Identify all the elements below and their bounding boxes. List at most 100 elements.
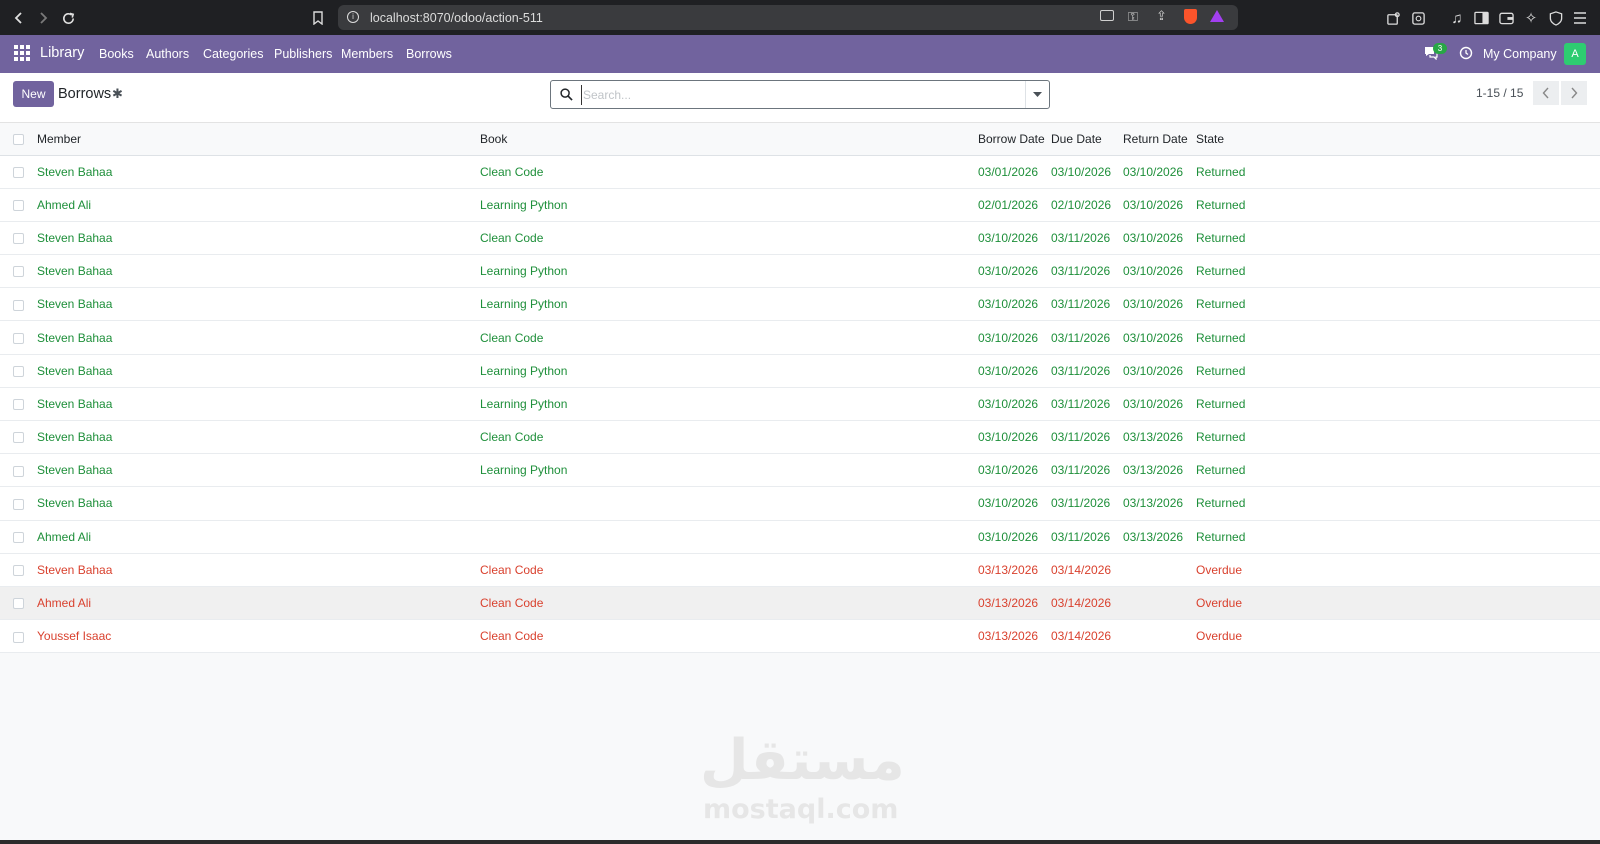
borrow-date-cell[interactable]: 03/10/2026	[978, 221, 1051, 256]
row-select-cell[interactable]	[0, 486, 37, 521]
table-row[interactable]: Steven Bahaa Clean Code 03/10/2026 03/11/20…	[0, 320, 1600, 355]
member-cell[interactable]: Ahmed Ali	[37, 586, 480, 621]
table-row[interactable]: Steven Bahaa Learning Python 03/10/2026 03/…	[0, 287, 1600, 322]
state-cell[interactable]: Overdue	[1196, 553, 1269, 587]
pager-next-button[interactable]	[1561, 81, 1587, 105]
due-date-cell[interactable]: 03/14/2026	[1051, 553, 1123, 587]
menu-item-borrows[interactable]: Borrows	[406, 47, 452, 61]
menu-item-categories[interactable]: Categories	[203, 47, 263, 61]
return-date-cell[interactable]: 03/13/2026	[1123, 520, 1196, 554]
row-checkbox[interactable]	[13, 200, 24, 212]
table-row[interactable]: Steven Bahaa 03/10/2026 03/11/2026 03/13/20…	[0, 486, 1600, 521]
due-date-cell[interactable]: 03/11/2026	[1051, 387, 1123, 422]
book-cell[interactable]: Clean Code	[480, 155, 978, 189]
borrow-date-cell[interactable]: 03/10/2026	[978, 387, 1051, 422]
search-options-toggle[interactable]	[1025, 81, 1049, 108]
row-checkbox[interactable]	[13, 299, 24, 311]
apps-menu-icon[interactable]	[14, 45, 30, 61]
extensions-icon[interactable]	[1384, 9, 1402, 27]
column-header-return-date[interactable]: Return Date	[1123, 123, 1196, 156]
book-cell[interactable]: Clean Code	[480, 586, 978, 621]
row-checkbox[interactable]	[13, 498, 24, 510]
borrow-date-cell[interactable]: 03/13/2026	[978, 553, 1051, 587]
table-row[interactable]: Steven Bahaa Learning Python 03/10/2026 03/…	[0, 354, 1600, 388]
table-row[interactable]: Youssef Isaac Clean Code 03/13/2026 03/14/2…	[0, 619, 1600, 654]
borrow-date-cell[interactable]: 03/10/2026	[978, 287, 1051, 322]
due-date-cell[interactable]: 03/11/2026	[1051, 486, 1123, 521]
return-date-cell[interactable]: 03/10/2026	[1123, 320, 1196, 355]
leo-ai-icon[interactable]: ✧	[1522, 9, 1540, 27]
borrow-date-cell[interactable]: 03/10/2026	[978, 254, 1051, 289]
app-name[interactable]: Library	[40, 45, 84, 61]
table-row[interactable]: Ahmed Ali 03/10/2026 03/11/2026 03/13/2026 R…	[0, 520, 1600, 554]
due-date-cell[interactable]: 03/11/2026	[1051, 354, 1123, 388]
member-cell[interactable]: Steven Bahaa	[37, 354, 480, 388]
row-checkbox[interactable]	[13, 399, 24, 411]
state-cell[interactable]: Returned	[1196, 254, 1269, 289]
borrow-date-cell[interactable]: 03/10/2026	[978, 486, 1051, 521]
table-row[interactable]: Steven Bahaa Clean Code 03/10/2026 03/11/20…	[0, 221, 1600, 256]
activity-clock-icon[interactable]	[1459, 46, 1473, 65]
member-cell[interactable]: Steven Bahaa	[37, 486, 480, 521]
column-header-borrow-date[interactable]: Borrow Date	[978, 123, 1051, 156]
borrow-date-cell[interactable]: 03/10/2026	[978, 520, 1051, 554]
return-date-cell[interactable]: 03/10/2026	[1123, 254, 1196, 289]
member-cell[interactable]: Ahmed Ali	[37, 188, 480, 222]
row-select-cell[interactable]	[0, 354, 37, 388]
row-checkbox[interactable]	[13, 233, 24, 245]
row-select-cell[interactable]	[0, 453, 37, 488]
pager-value[interactable]: 1-15 / 15	[1476, 86, 1523, 100]
member-cell[interactable]: Steven Bahaa	[37, 420, 480, 455]
borrow-date-cell[interactable]: 03/10/2026	[978, 354, 1051, 388]
borrow-date-cell[interactable]: 03/01/2026	[978, 155, 1051, 189]
column-header-due-date[interactable]: Due Date	[1051, 123, 1123, 156]
company-switcher[interactable]: My Company	[1483, 47, 1557, 61]
select-all-checkbox[interactable]	[13, 134, 24, 146]
reader-mode-icon[interactable]	[1409, 9, 1427, 27]
due-date-cell[interactable]: 03/14/2026	[1051, 586, 1123, 621]
state-cell[interactable]: Returned	[1196, 221, 1269, 256]
key-icon[interactable]: ⚿	[1128, 9, 1138, 25]
due-date-cell[interactable]: 03/14/2026	[1051, 619, 1123, 654]
table-row[interactable]: Steven Bahaa Clean Code 03/10/2026 03/11/20…	[0, 420, 1600, 455]
state-cell[interactable]: Returned	[1196, 155, 1269, 189]
borrow-date-cell[interactable]: 02/01/2026	[978, 188, 1051, 222]
return-date-cell[interactable]: 03/10/2026	[1123, 221, 1196, 256]
search-input[interactable]	[581, 85, 1011, 105]
member-cell[interactable]: Steven Bahaa	[37, 254, 480, 289]
row-checkbox[interactable]	[13, 332, 24, 344]
book-cell[interactable]: Learning Python	[480, 453, 978, 488]
borrow-date-cell[interactable]: 03/10/2026	[978, 453, 1051, 488]
row-select-cell[interactable]	[0, 420, 37, 455]
book-cell[interactable]: Clean Code	[480, 221, 978, 256]
book-cell[interactable]	[480, 486, 978, 521]
row-select-cell[interactable]	[0, 320, 37, 355]
book-cell[interactable]: Clean Code	[480, 420, 978, 455]
book-cell[interactable]: Learning Python	[480, 387, 978, 422]
table-row[interactable]: Steven Bahaa Clean Code 03/01/2026 03/10/20…	[0, 155, 1600, 189]
row-select-cell[interactable]	[0, 619, 37, 654]
return-date-cell[interactable]: 03/10/2026	[1123, 287, 1196, 322]
due-date-cell[interactable]: 03/11/2026	[1051, 254, 1123, 289]
state-cell[interactable]: Returned	[1196, 188, 1269, 222]
select-all-cell[interactable]	[0, 123, 37, 156]
return-date-cell[interactable]: 03/10/2026	[1123, 387, 1196, 422]
state-cell[interactable]: Returned	[1196, 320, 1269, 355]
return-date-cell[interactable]: 03/10/2026	[1123, 155, 1196, 189]
state-cell[interactable]: Returned	[1196, 520, 1269, 554]
share-icon[interactable]: ⇪	[1156, 8, 1167, 24]
menu-item-members[interactable]: Members	[341, 47, 393, 61]
row-checkbox[interactable]	[13, 631, 24, 643]
vpn-shield-icon[interactable]	[1547, 9, 1565, 27]
borrow-date-cell[interactable]: 03/10/2026	[978, 320, 1051, 355]
column-header-book[interactable]: Book	[480, 123, 978, 156]
table-row[interactable]: Steven Bahaa Learning Python 03/10/2026 03/…	[0, 254, 1600, 289]
book-cell[interactable]	[480, 520, 978, 554]
due-date-cell[interactable]: 03/11/2026	[1051, 221, 1123, 256]
table-row[interactable]: Steven Bahaa Learning Python 03/10/2026 03/…	[0, 387, 1600, 422]
table-row[interactable]: Steven Bahaa Learning Python 03/10/2026 03/…	[0, 453, 1600, 488]
member-cell[interactable]: Steven Bahaa	[37, 221, 480, 256]
row-select-cell[interactable]	[0, 155, 37, 189]
row-select-cell[interactable]	[0, 287, 37, 322]
book-cell[interactable]: Clean Code	[480, 619, 978, 654]
